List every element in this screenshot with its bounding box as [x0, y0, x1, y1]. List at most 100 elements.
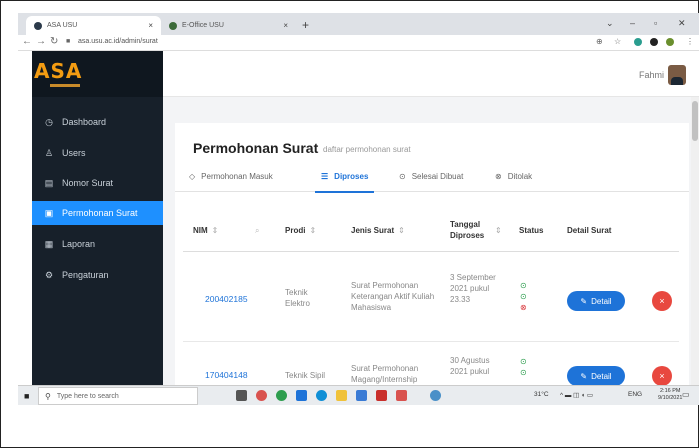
status-check-icon: ⊙	[520, 368, 527, 377]
tab-selesai-dibuat[interactable]: ⊙ Selesai Dibuat	[399, 172, 463, 181]
windows-start-icon[interactable]: ■	[24, 391, 29, 401]
sidebar-item-users[interactable]: ♙ Users	[32, 141, 163, 165]
scrollbar[interactable]	[691, 97, 699, 385]
pdf-reader-icon[interactable]	[396, 390, 407, 401]
app-icon[interactable]	[256, 390, 267, 401]
avatar[interactable]	[668, 65, 686, 85]
sidebar-item-label: Users	[62, 148, 86, 158]
sidebar-item-label: Permohonan Surat	[62, 208, 138, 218]
tab-label: Selesai Dibuat	[411, 172, 464, 181]
chrome-icon[interactable]	[276, 390, 287, 401]
tab-search-icon[interactable]: ⌄	[606, 18, 614, 29]
tab-ditolak[interactable]: ⊗ Ditolak	[495, 172, 532, 181]
weather-text[interactable]: 31°C	[534, 391, 549, 398]
search-icon: ⌕	[255, 226, 260, 235]
forward-icon[interactable]: →	[36, 36, 46, 47]
browser-tab-title: ASA USU	[47, 22, 78, 29]
close-tab-icon[interactable]: ×	[148, 21, 153, 30]
table-cell-nim[interactable]: 200402185	[205, 294, 248, 305]
tray-icons[interactable]: ^ ▬ ◫ ◖ ▭	[560, 391, 593, 399]
file-explorer-icon[interactable]	[336, 390, 347, 401]
edit-pencil-icon: ✎	[580, 371, 588, 381]
delete-button[interactable]: ×	[652, 291, 672, 311]
detail-button[interactable]: ✎ Detail	[567, 366, 625, 385]
sort-icon[interactable]: ⇕	[495, 225, 502, 236]
browser-tab-asa[interactable]: ASA USU ×	[26, 16, 161, 35]
bookmark-star-icon[interactable]: ☆	[614, 37, 621, 46]
screenshot-frame: ASA USU × E-Office USU × + ⌄ – ▫ ✕ ← → ↻…	[0, 0, 699, 448]
back-icon[interactable]: ←	[22, 36, 32, 47]
task-view-icon[interactable]	[236, 390, 247, 401]
document-icon: ▣	[44, 207, 54, 218]
tab-permohonan-masuk[interactable]: ◇ Permohonan Masuk	[189, 172, 273, 181]
browser-tab-bar: ASA USU × E-Office USU × + ⌄ – ▫ ✕	[18, 13, 699, 35]
main-content: Permohonan Surat daftar permohonan surat…	[163, 97, 699, 385]
close-icon: ×	[659, 371, 665, 381]
sidebar-item-pengaturan[interactable]: ⚙ Pengaturan	[32, 263, 163, 287]
profile-icon[interactable]	[666, 38, 674, 46]
column-header-jenis-surat[interactable]: Jenis Surat ⇕	[351, 225, 405, 236]
app-icon[interactable]	[296, 390, 307, 401]
browser-tab-title: E-Office USU	[182, 22, 224, 29]
table-cell-tanggal: 30 Agustus 2021 pukul	[450, 356, 490, 376]
zoom-icon[interactable]: ⊕	[596, 37, 603, 46]
table-cell-prodi: Teknik Sipil	[285, 371, 326, 380]
sidebar-item-dashboard[interactable]: ◷ Dashboard	[32, 110, 163, 134]
check-circle-icon: ⊙	[399, 172, 406, 181]
language-indicator[interactable]: ENG	[628, 391, 642, 398]
sidebar-item-label: Dashboard	[62, 117, 107, 127]
sidebar-item-permohonan-surat[interactable]: ▣ Permohonan Surat	[32, 201, 163, 225]
lock-icon: ■	[66, 38, 71, 45]
sort-icon[interactable]: ⇕	[398, 226, 405, 235]
sort-icon[interactable]: ⇕	[309, 226, 316, 235]
browser-tab-eoffice[interactable]: E-Office USU ×	[161, 16, 296, 35]
extension-icon[interactable]	[650, 38, 658, 46]
reload-icon[interactable]: ↻	[50, 36, 58, 47]
row-divider	[183, 341, 679, 342]
scrollbar-thumb[interactable]	[692, 101, 698, 141]
new-tab-icon[interactable]: +	[302, 18, 309, 32]
status-tabs: ◇ Permohonan Masuk ☰ Diproses ⊙ Selesai …	[175, 164, 689, 193]
table-cell-nim[interactable]: 170404148	[205, 370, 248, 381]
column-header-prodi[interactable]: Prodi ⇕	[285, 225, 316, 236]
column-header-nim[interactable]: NIM ⇕	[193, 225, 218, 236]
menu-kebab-icon[interactable]: ⋮	[686, 37, 694, 46]
user-name[interactable]: Fahmi	[639, 70, 664, 80]
url-field[interactable]: asa.usu.ac.id/admin/surat	[78, 38, 158, 45]
app-icon[interactable]	[376, 390, 387, 401]
extension-icon[interactable]	[634, 38, 642, 46]
logo-tagline-graphic	[50, 84, 80, 87]
tab-label: Ditolak	[507, 172, 533, 181]
favicon-icon	[34, 21, 42, 30]
taskbar-search-input[interactable]: ⚲ Type here to search	[38, 387, 198, 405]
close-window-icon[interactable]: ✕	[678, 18, 686, 29]
sidebar-item-label: Nomor Surat	[62, 178, 114, 188]
gear-icon: ⚙	[44, 269, 54, 280]
windows-taskbar: ■ ⚲ Type here to search 31°C ^ ▬ ◫ ◖ ▭ E…	[18, 385, 699, 405]
sidebar: ASA ◷ Dashboard ♙ Users ▤ Nomor Surat ▣ Permoho…	[32, 51, 163, 385]
reject-icon: ⊗	[495, 172, 502, 181]
table-cell-prodi: Teknik Elektro	[285, 288, 310, 308]
sidebar-item-laporan[interactable]: ▦ Laporan	[32, 232, 163, 256]
logo-text: ASA	[34, 59, 83, 83]
notification-icon[interactable]: ▭	[682, 390, 690, 399]
detail-button[interactable]: ✎ Detail	[567, 291, 625, 311]
app-icon[interactable]	[356, 390, 367, 401]
status-check-icon: ⊙	[520, 357, 527, 366]
edge-icon[interactable]	[316, 390, 327, 401]
taskbar-clock[interactable]: 2:16 PM 9/10/2021	[658, 388, 682, 402]
table-cell-tanggal: 3 September 2021 pukul 23.33	[450, 273, 496, 304]
delete-button[interactable]: ×	[652, 366, 672, 385]
sidebar-item-label: Pengaturan	[62, 270, 109, 280]
list-icon: ▤	[44, 177, 54, 188]
close-tab-icon[interactable]: ×	[283, 21, 288, 30]
app-icon[interactable]	[430, 390, 441, 401]
maximize-icon[interactable]: ▫	[654, 18, 657, 28]
tab-diproses[interactable]: ☰ Diproses	[314, 172, 375, 193]
sidebar-item-label: Laporan	[62, 239, 96, 249]
logo[interactable]: ASA	[32, 51, 163, 97]
minimize-icon[interactable]: –	[630, 18, 635, 28]
sidebar-item-nomor-surat[interactable]: ▤ Nomor Surat	[32, 171, 163, 195]
sort-icon[interactable]: ⇕	[212, 226, 219, 235]
user-icon: ♙	[44, 147, 54, 158]
